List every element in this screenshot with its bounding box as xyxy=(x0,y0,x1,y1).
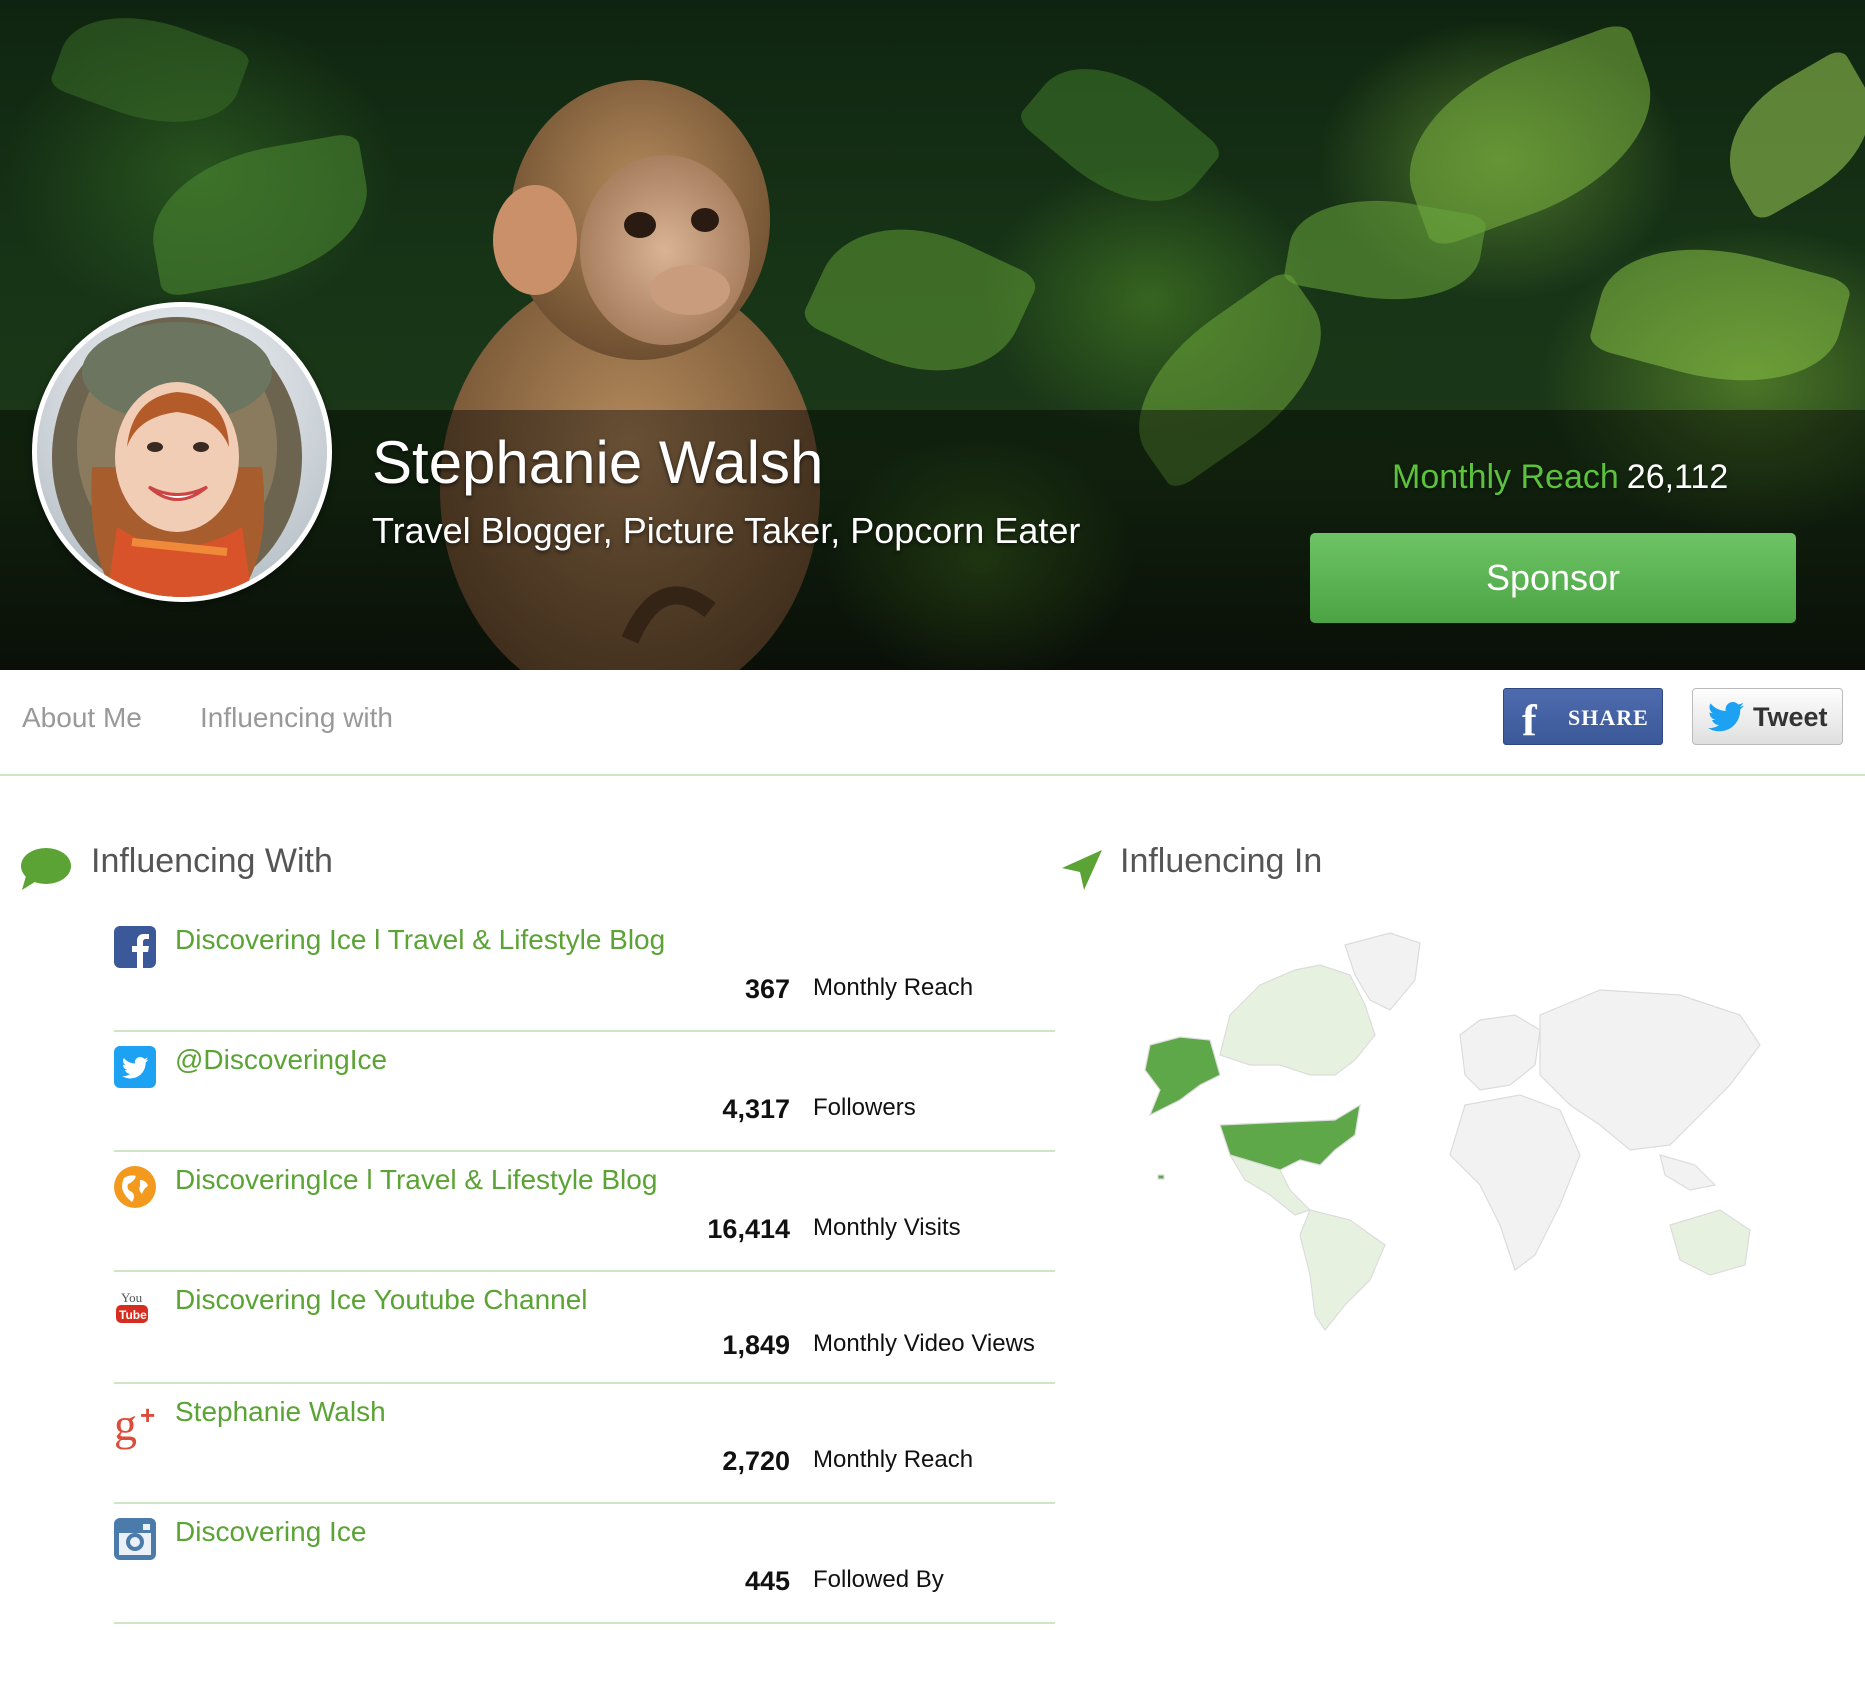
channel-value: 445 xyxy=(744,1566,790,1596)
channel-value: 4,317 xyxy=(722,1094,790,1124)
monthly-reach-label: Monthly Reach xyxy=(1392,458,1619,496)
svg-text:You: You xyxy=(121,1290,143,1305)
influencing-in-title: Influencing In xyxy=(1120,842,1323,880)
channel-name[interactable]: Discovering Ice l Travel & Lifestyle Blo… xyxy=(175,924,665,956)
svg-text:Tube: Tube xyxy=(119,1308,147,1322)
channel-name[interactable]: @DiscoveringIce xyxy=(175,1044,387,1076)
location-arrow-icon xyxy=(1062,850,1102,890)
youtube-icon: You Tube xyxy=(116,1290,148,1323)
list-item: g + Stephanie Walsh 2,720 Monthly Reach xyxy=(114,1384,1055,1504)
channel-metric: Monthly Reach xyxy=(813,1446,974,1473)
channel-value: 1,849 xyxy=(722,1330,790,1360)
globe-icon xyxy=(114,1166,156,1208)
list-item: Discovering Ice l Travel & Lifestyle Blo… xyxy=(114,912,1055,1032)
channel-value: 2,720 xyxy=(722,1446,790,1476)
google-plus-icon: g + xyxy=(114,1402,155,1450)
facebook-share-button[interactable]: f SHARE xyxy=(1503,688,1663,745)
speech-bubble-icon xyxy=(21,848,71,890)
list-item: DiscoveringIce l Travel & Lifestyle Blog… xyxy=(114,1152,1055,1272)
channel-metric: Monthly Visits xyxy=(813,1214,961,1241)
channel-metric: Monthly Video Views xyxy=(813,1330,1035,1357)
profile-name: Stephanie Walsh xyxy=(372,429,824,496)
facebook-icon: f xyxy=(1522,696,1537,745)
monthly-reach-value: 26,112 xyxy=(1626,458,1729,496)
channel-metric: Followers xyxy=(813,1094,916,1121)
facebook-icon xyxy=(114,926,156,968)
channel-name[interactable]: Discovering Ice Youtube Channel xyxy=(175,1284,588,1316)
channel-metric: Followed By xyxy=(813,1566,944,1593)
twitter-icon xyxy=(114,1046,156,1088)
tab-about-me[interactable]: About Me xyxy=(22,702,142,734)
svg-text:+: + xyxy=(140,1402,155,1430)
share-label: SHARE xyxy=(1568,705,1649,730)
channel-value: 367 xyxy=(744,974,790,1004)
tweet-label: Tweet xyxy=(1753,702,1828,732)
profile-tagline: Travel Blogger, Picture Taker, Popcorn E… xyxy=(372,510,1081,551)
influencing-with-title: Influencing With xyxy=(91,842,333,880)
sponsor-button[interactable]: Sponsor xyxy=(1310,533,1796,623)
channel-metric: Monthly Reach xyxy=(813,974,974,1001)
avatar xyxy=(32,302,332,602)
channel-name[interactable]: Stephanie Walsh xyxy=(175,1396,386,1428)
list-item: You Tube Discovering Ice Youtube Channel… xyxy=(114,1272,1055,1384)
list-item: @DiscoveringIce 4,317 Followers xyxy=(114,1032,1055,1152)
tweet-button[interactable]: Tweet xyxy=(1692,688,1843,745)
world-map[interactable] xyxy=(1120,925,1770,1335)
instagram-icon xyxy=(114,1518,156,1560)
list-item: Discovering Ice 445 Followed By xyxy=(114,1504,1055,1624)
svg-text:g: g xyxy=(114,1402,137,1450)
monthly-reach: Monthly Reach 26,112 xyxy=(1392,458,1728,497)
channel-name[interactable]: Discovering Ice xyxy=(175,1516,366,1548)
twitter-bird-icon xyxy=(1708,702,1744,732)
tab-influencing-with[interactable]: Influencing with xyxy=(200,702,393,734)
channel-value: 16,414 xyxy=(707,1214,790,1244)
channel-name[interactable]: DiscoveringIce l Travel & Lifestyle Blog xyxy=(175,1164,657,1196)
